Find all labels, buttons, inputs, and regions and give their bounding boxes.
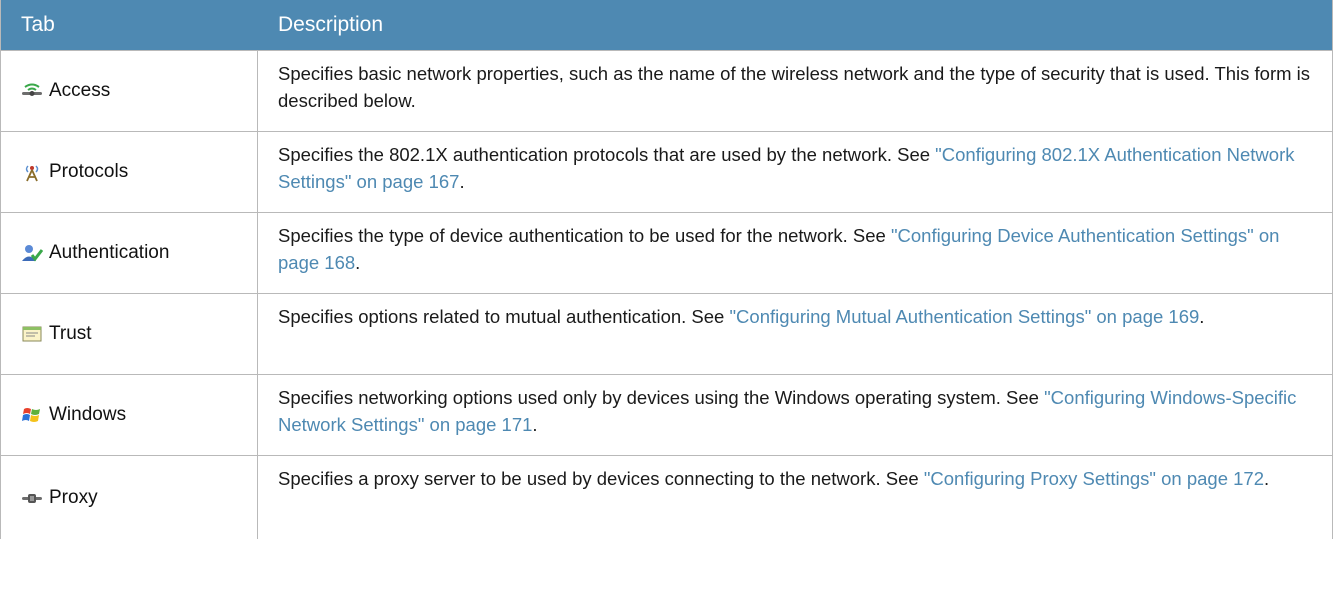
cross-reference-link[interactable]: "Configuring Mutual Authentication Setti… <box>729 306 1199 327</box>
protocols-tower-icon <box>21 162 43 182</box>
description-text: Specifies the 802.1X authentication prot… <box>278 144 936 165</box>
tab-cell-access: Access <box>1 51 258 131</box>
description-cell: Specifies options related to mutual auth… <box>258 294 1332 374</box>
trust-certificate-icon <box>21 324 43 344</box>
description-suffix: . <box>532 414 538 435</box>
cross-reference-link[interactable]: "Configuring Proxy Settings" on page 172 <box>924 468 1264 489</box>
tab-cell-protocols: Protocols <box>1 132 258 212</box>
access-antenna-icon <box>21 81 43 101</box>
tab-label: Protocols <box>49 161 129 182</box>
table-row: Proxy Specifies a proxy server to be use… <box>1 455 1332 539</box>
tab-label: Access <box>49 80 111 101</box>
tab-label: Authentication <box>49 242 170 263</box>
tab-label: Windows <box>49 404 127 425</box>
table-row: Access Specifies basic network propertie… <box>1 50 1332 131</box>
tab-label: Proxy <box>49 486 98 508</box>
header-description: Description <box>278 13 384 36</box>
description-cell: Specifies a proxy server to be used by d… <box>258 456 1332 539</box>
table-row: Protocols Specifies the 802.1X authentic… <box>1 131 1332 212</box>
proxy-connector-icon <box>21 488 43 508</box>
description-cell: Specifies the type of device authenticat… <box>258 213 1332 293</box>
table-row: Windows Specifies networking options use… <box>1 374 1332 455</box>
tab-cell-authentication: Authentication <box>1 213 258 293</box>
tabs-description-table: Tab Description Access Specifies basic n… <box>0 0 1333 539</box>
table-header: Tab Description <box>1 0 1332 50</box>
description-suffix: . <box>355 252 361 273</box>
description-suffix: . <box>1264 468 1270 489</box>
authentication-user-check-icon <box>21 243 43 263</box>
description-suffix: . <box>1199 306 1205 327</box>
table-row: Trust Specifies options related to mutua… <box>1 293 1332 374</box>
tab-cell-trust: Trust <box>1 294 258 374</box>
description-cell: Specifies basic network properties, such… <box>258 51 1332 131</box>
description-text: Specifies basic network properties, such… <box>278 63 1311 111</box>
description-text: Specifies the type of device authenticat… <box>278 225 891 246</box>
description-cell: Specifies networking options used only b… <box>258 375 1332 455</box>
windows-logo-icon <box>21 405 43 425</box>
tab-label: Trust <box>49 323 92 344</box>
description-text: Specifies networking options used only b… <box>278 387 1045 408</box>
description-cell: Specifies the 802.1X authentication prot… <box>258 132 1332 212</box>
table-row: Authentication Specifies the type of dev… <box>1 212 1332 293</box>
tab-cell-proxy: Proxy <box>1 456 258 539</box>
description-text: Specifies options related to mutual auth… <box>278 306 730 327</box>
description-suffix: . <box>459 171 465 192</box>
header-tab: Tab <box>21 13 55 36</box>
tab-cell-windows: Windows <box>1 375 258 455</box>
description-text: Specifies a proxy server to be used by d… <box>278 468 924 489</box>
